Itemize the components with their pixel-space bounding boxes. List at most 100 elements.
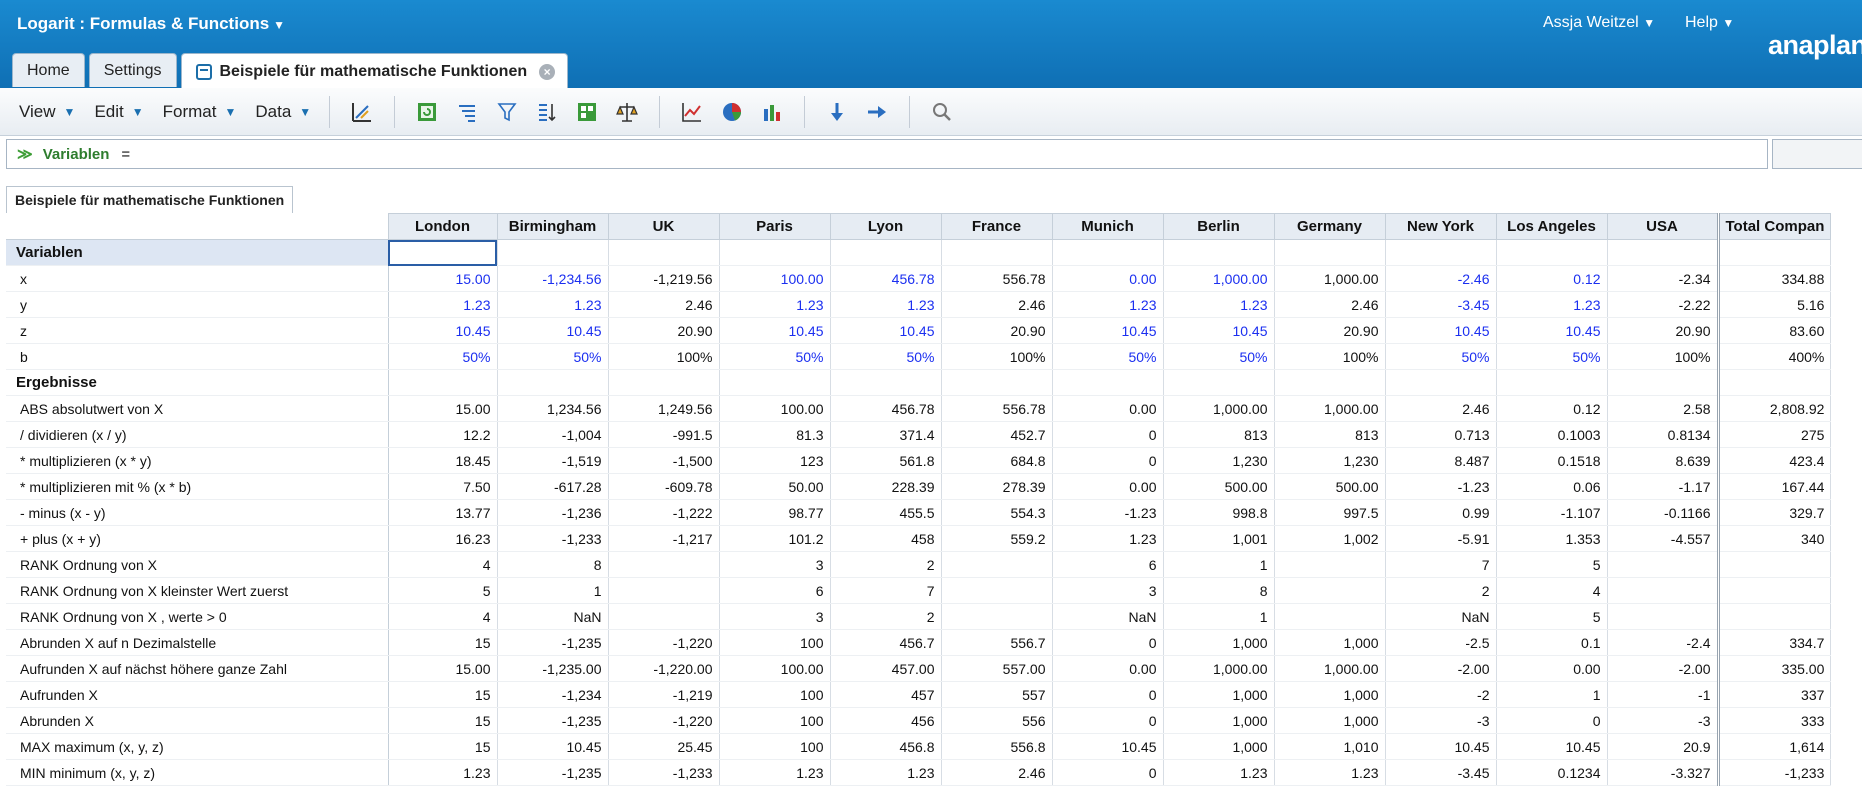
grid-cell[interactable]: 2 xyxy=(830,603,942,630)
grid-cell[interactable]: 100 xyxy=(719,681,831,708)
grid-cell[interactable]: -0.1166 xyxy=(1607,499,1719,526)
grid-cell[interactable]: 10.45 xyxy=(1052,317,1164,344)
grid-cell[interactable]: 458 xyxy=(830,525,942,552)
grid-cell[interactable]: 100% xyxy=(941,343,1053,370)
grid-cell[interactable]: 559.2 xyxy=(941,525,1053,552)
pie-chart-icon[interactable] xyxy=(720,100,744,124)
grid-cell[interactable]: 50% xyxy=(388,343,498,370)
grid-cell[interactable]: 329.7 xyxy=(1716,499,1832,526)
grid-cell[interactable]: 50% xyxy=(1163,343,1275,370)
grid-cell[interactable]: 2.58 xyxy=(1607,395,1719,422)
grid-cell[interactable]: 50% xyxy=(1496,343,1608,370)
grid-cell[interactable]: 1,000 xyxy=(1274,681,1386,708)
tab-module[interactable]: Beispiele für mathematische Funktionen × xyxy=(180,53,569,89)
grid-cell[interactable]: 15 xyxy=(388,707,498,734)
grid-cell[interactable]: 1,000 xyxy=(1163,733,1275,760)
grid-cell[interactable]: 0.00 xyxy=(1496,655,1608,682)
grid-cell[interactable]: 0 xyxy=(1052,629,1164,656)
tab-settings[interactable]: Settings xyxy=(88,53,177,87)
grid-cell[interactable]: 0.12 xyxy=(1496,395,1608,422)
grid-cell[interactable]: 5 xyxy=(388,577,498,604)
close-icon[interactable]: × xyxy=(539,63,556,80)
grid-cell[interactable] xyxy=(1163,369,1275,396)
grid-cell[interactable]: 1.23 xyxy=(719,291,831,318)
grid-cell[interactable] xyxy=(830,369,942,396)
grid-cell[interactable]: 7 xyxy=(1385,551,1497,578)
grid-cell[interactable] xyxy=(1716,603,1832,630)
grid-cell[interactable] xyxy=(941,603,1053,630)
grid-cell[interactable]: 1,000.00 xyxy=(1163,655,1275,682)
grid-cell[interactable] xyxy=(941,577,1053,604)
pivot-icon[interactable] xyxy=(350,100,374,124)
grid-cell[interactable] xyxy=(1496,239,1608,266)
grid-cell[interactable]: 8.487 xyxy=(1385,447,1497,474)
column-header[interactable]: Germany xyxy=(1273,213,1386,240)
grid-cell[interactable]: NaN xyxy=(1385,603,1497,630)
grid-cell[interactable] xyxy=(608,603,720,630)
grid-cell[interactable]: 6 xyxy=(719,577,831,604)
grid-cell[interactable]: 1,614 xyxy=(1716,733,1832,760)
grid-cell[interactable]: 0.00 xyxy=(1052,265,1164,292)
grid-cell[interactable] xyxy=(1716,369,1832,396)
grid-cell[interactable]: -1 xyxy=(1607,681,1719,708)
grid-cell[interactable]: -1.17 xyxy=(1607,473,1719,500)
grid-cell[interactable] xyxy=(1607,239,1719,266)
grid-cell[interactable]: 20.9 xyxy=(1607,733,1719,760)
row-label[interactable]: Abrunden X auf n Dezimalstelle xyxy=(6,629,389,656)
grid-cell[interactable] xyxy=(608,239,720,266)
grid-cell[interactable]: 371.4 xyxy=(830,421,942,448)
grid-cell[interactable]: -1,233 xyxy=(608,759,720,786)
grid-cell[interactable]: 1,000.00 xyxy=(1274,655,1386,682)
grid-cell[interactable]: -1,220.00 xyxy=(608,655,720,682)
grid-cell[interactable]: 1,000.00 xyxy=(1274,395,1386,422)
grid-cell[interactable]: 10.45 xyxy=(1496,733,1608,760)
tab-home[interactable]: Home xyxy=(12,53,85,87)
row-label[interactable]: RANK Ordnung von X kleinster Wert zuerst xyxy=(6,577,389,604)
grid-cell[interactable]: 100 xyxy=(719,707,831,734)
expand-icon[interactable]: ≫ xyxy=(17,145,33,163)
grid-cell[interactable]: 13.77 xyxy=(388,499,498,526)
grid-cell[interactable]: -617.28 xyxy=(497,473,609,500)
grid-cell[interactable] xyxy=(388,239,498,266)
grid-cell[interactable]: 997.5 xyxy=(1274,499,1386,526)
grid-cell[interactable]: -1.107 xyxy=(1496,499,1608,526)
row-label[interactable]: * multiplizieren (x * y) xyxy=(6,447,389,474)
grid-cell[interactable]: 0.1518 xyxy=(1496,447,1608,474)
grid-cell[interactable] xyxy=(1607,577,1719,604)
grid-cell[interactable]: 7.50 xyxy=(388,473,498,500)
row-label[interactable]: Aufrunden X auf nächst höhere ganze Zahl xyxy=(6,655,389,682)
grid-cell[interactable]: 167.44 xyxy=(1716,473,1832,500)
row-label[interactable]: MIN minimum (x, y, z) xyxy=(6,759,389,786)
grid-cell[interactable]: 1,000 xyxy=(1274,707,1386,734)
grid-cell[interactable]: 1.23 xyxy=(388,291,498,318)
grid-cell[interactable]: -3.327 xyxy=(1607,759,1719,786)
grid-cell[interactable]: 100% xyxy=(608,343,720,370)
grid-cell[interactable]: -3.45 xyxy=(1385,759,1497,786)
grid-cell[interactable]: 1,249.56 xyxy=(608,395,720,422)
grid-cell[interactable]: 500.00 xyxy=(1274,473,1386,500)
grid-cell[interactable]: 15 xyxy=(388,629,498,656)
grid-cell[interactable]: 1 xyxy=(1496,681,1608,708)
grid-cell[interactable] xyxy=(1607,551,1719,578)
grid-cell[interactable] xyxy=(1607,603,1719,630)
menu-edit[interactable]: Edit ▼ xyxy=(94,102,143,122)
grid-cell[interactable]: 1.353 xyxy=(1496,525,1608,552)
menu-view[interactable]: View ▼ xyxy=(19,102,75,122)
grid-cell[interactable] xyxy=(1274,239,1386,266)
grid-cell[interactable] xyxy=(719,239,831,266)
row-label[interactable]: z xyxy=(6,317,389,344)
grid-cell[interactable]: -1,217 xyxy=(608,525,720,552)
grid-cell[interactable]: 1.23 xyxy=(1052,525,1164,552)
grid-cell[interactable]: -2.4 xyxy=(1607,629,1719,656)
grid-cell[interactable]: 1.23 xyxy=(1163,291,1275,318)
row-label[interactable]: x xyxy=(6,265,389,292)
grid-cell[interactable]: 10.45 xyxy=(388,317,498,344)
grid-cell[interactable]: 335.00 xyxy=(1716,655,1832,682)
grid-cell[interactable]: 1,002 xyxy=(1274,525,1386,552)
row-label[interactable]: / dividieren (x / y) xyxy=(6,421,389,448)
grid-cell[interactable]: -1,219.56 xyxy=(608,265,720,292)
grid-cell[interactable]: 423.4 xyxy=(1716,447,1832,474)
grid-cell[interactable]: 228.39 xyxy=(830,473,942,500)
grid-cell[interactable]: 1.23 xyxy=(497,291,609,318)
grid-cell[interactable]: 15 xyxy=(388,681,498,708)
